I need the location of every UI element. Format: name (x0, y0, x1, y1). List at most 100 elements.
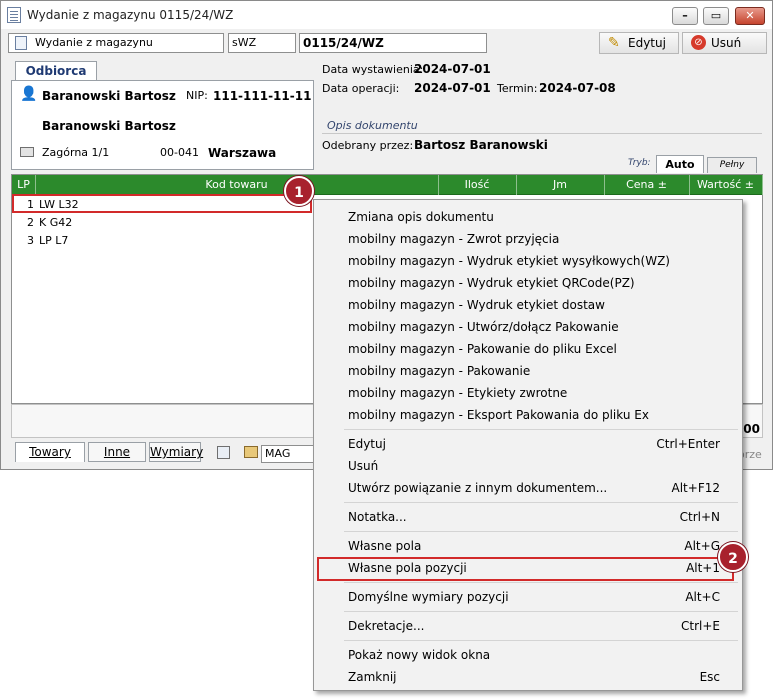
op-date: 2024-07-01 (414, 81, 491, 95)
col-wartosc[interactable]: Wartość ± (689, 175, 763, 195)
number-field[interactable]: 0115/24/WZ (299, 33, 487, 53)
menu-item[interactable]: Zmiana opis dokumentu (314, 206, 742, 228)
title-bar: Wydanie z magazynu 0115/24/WZ – ▭ ✕ (1, 1, 772, 29)
address-icon (20, 147, 34, 157)
row-kod: K G42 (39, 216, 73, 229)
row-lp: 3 (27, 234, 34, 247)
op-date-label: Data operacji: (322, 82, 400, 95)
tab-towary[interactable]: Towary (15, 442, 85, 462)
grid-header: LP Kod towaru Ilość Jm Cena ± Wartość ± (12, 175, 763, 195)
close-button[interactable]: ✕ (735, 7, 765, 25)
street: Zagórna 1/1 (42, 146, 110, 159)
menu-item[interactable]: Usuń (314, 455, 742, 477)
menu-item-label: Pokaż nowy widok okna (348, 648, 491, 662)
menu-item-label: mobilny magazyn - Eksport Pakowania do p… (348, 408, 649, 422)
issue-date-label: Data wystawienia: (322, 63, 424, 76)
menu-item-shortcut: Ctrl+Enter (656, 437, 720, 451)
delete-button[interactable]: ⊘ Usuń (682, 32, 767, 54)
doc-type-field[interactable]: Wydanie z magazynu (8, 33, 224, 53)
toolbar: Wydanie z magazynu sWZ 0115/24/WZ ✎ Edyt… (5, 31, 770, 55)
col-lp[interactable]: LP (12, 175, 36, 195)
menu-item[interactable]: Notatka... Ctrl+N (314, 506, 742, 528)
menu-separator (344, 611, 738, 612)
pencil-icon: ✎ (608, 35, 620, 51)
menu-item[interactable]: mobilny magazyn - Etykiety zwrotne (314, 382, 742, 404)
menu-item-shortcut: Ctrl+E (681, 619, 720, 633)
edit-button[interactable]: ✎ Edytuj (599, 32, 679, 54)
recipient-name-2: Baranowski Bartosz (42, 119, 176, 133)
col-ilosc[interactable]: Ilość (438, 175, 517, 195)
menu-item[interactable]: mobilny magazyn - Pakowanie (314, 360, 742, 382)
menu-separator (344, 640, 738, 641)
menu-item-label: mobilny magazyn - Pakowanie do pliku Exc… (348, 342, 617, 356)
menu-item-shortcut: Ctrl+N (679, 510, 720, 524)
symbol-value: sWZ (232, 36, 257, 49)
menu-item-label: Zmiana opis dokumentu (348, 210, 494, 224)
menu-item-label: Usuń (348, 459, 379, 473)
col-kod[interactable]: Kod towaru (35, 175, 439, 195)
tab-auto[interactable]: Auto (656, 155, 704, 173)
tab-pelny[interactable]: Pełny (707, 157, 757, 173)
menu-item[interactable]: Domyślne wymiary pozycji Alt+C (314, 586, 742, 608)
col-cena[interactable]: Cena ± (604, 175, 690, 195)
window-title: Wydanie z magazynu 0115/24/WZ (27, 8, 234, 22)
calendar-icon[interactable] (217, 446, 230, 459)
recipient-panel: 👤 Baranowski Bartosz NIP: 111-111-11-11 … (11, 80, 314, 170)
menu-item-shortcut: Alt+G (684, 539, 720, 553)
menu-item-label: Własne pola (348, 539, 422, 553)
maximize-button[interactable]: ▭ (703, 7, 729, 25)
menu-item[interactable]: mobilny magazyn - Wydruk etykiet QRCode(… (314, 272, 742, 294)
menu-item[interactable]: mobilny magazyn - Eksport Pakowania do p… (314, 404, 742, 426)
menu-item[interactable]: mobilny magazyn - Zwrot przyjęcia (314, 228, 742, 250)
row-kod: LP L7 (39, 234, 69, 247)
delete-label: Usuń (711, 36, 742, 50)
received-by: Bartosz Baranowski (414, 138, 548, 152)
person-icon: 👤 (20, 86, 38, 102)
recipient-name: Baranowski Bartosz (42, 89, 176, 103)
tab-inne[interactable]: Inne (88, 442, 146, 462)
menu-item[interactable]: Dekretacje... Ctrl+E (314, 615, 742, 637)
doc-type-value: Wydanie z magazynu (35, 36, 153, 49)
menu-item[interactable]: mobilny magazyn - Utwórz/dołącz Pakowani… (314, 316, 742, 338)
menu-item[interactable]: Pokaż nowy widok okna (314, 644, 742, 666)
minimize-button[interactable]: – (672, 7, 698, 25)
close-icon: ✕ (745, 9, 755, 22)
term-label: Termin: (497, 82, 538, 95)
row-lp: 2 (27, 216, 34, 229)
menu-item[interactable]: mobilny magazyn - Wydruk etykiet dostaw (314, 294, 742, 316)
menu-item-label: Dekretacje... (348, 619, 425, 633)
tab-inne-label: Inne (103, 445, 131, 459)
symbol-field[interactable]: sWZ (228, 33, 296, 53)
menu-item[interactable]: Edytuj Ctrl+Enter (314, 433, 742, 455)
document-icon (15, 36, 27, 50)
step-badge-2: 2 (718, 542, 748, 572)
menu-item[interactable]: Własne pola Alt+G (314, 535, 742, 557)
menu-separator (344, 531, 738, 532)
warehouse-field[interactable]: MAG (261, 445, 315, 463)
menu-item-label: Domyślne wymiary pozycji (348, 590, 509, 604)
delete-icon: ⊘ (691, 35, 706, 50)
menu-separator (344, 502, 738, 503)
tab-odbiorca[interactable]: Odbiorca (15, 61, 97, 81)
menu-item-label: mobilny magazyn - Etykiety zwrotne (348, 386, 568, 400)
maximize-icon: ▭ (710, 9, 722, 22)
tab-wymiary[interactable]: Wymiary (149, 442, 204, 462)
city: Warszawa (208, 146, 277, 160)
step-badge-1: 1 (284, 176, 314, 206)
menu-item[interactable]: mobilny magazyn - Pakowanie do pliku Exc… (314, 338, 742, 360)
term-date: 2024-07-08 (539, 81, 616, 95)
menu-item[interactable]: Utwórz powiązanie z innym dokumentem... A… (314, 477, 742, 499)
tab-wymiary-label: Wymiary (150, 445, 204, 459)
postcode: 00-041 (160, 146, 199, 159)
description-label: Opis dokumentu (327, 119, 418, 132)
menu-item-shortcut: Esc (699, 670, 720, 684)
nip-label: NIP: (186, 89, 208, 102)
menu-item[interactable]: mobilny magazyn - Wydruk etykiet wysyłko… (314, 250, 742, 272)
warehouse-value: MAG (265, 447, 291, 460)
menu-item-shortcut: Alt+C (685, 590, 720, 604)
col-jm[interactable]: Jm (516, 175, 605, 195)
menu-separator (344, 429, 738, 430)
document-icon (7, 7, 21, 23)
menu-item[interactable]: Zamknij Esc (314, 666, 742, 688)
divider (322, 133, 762, 134)
